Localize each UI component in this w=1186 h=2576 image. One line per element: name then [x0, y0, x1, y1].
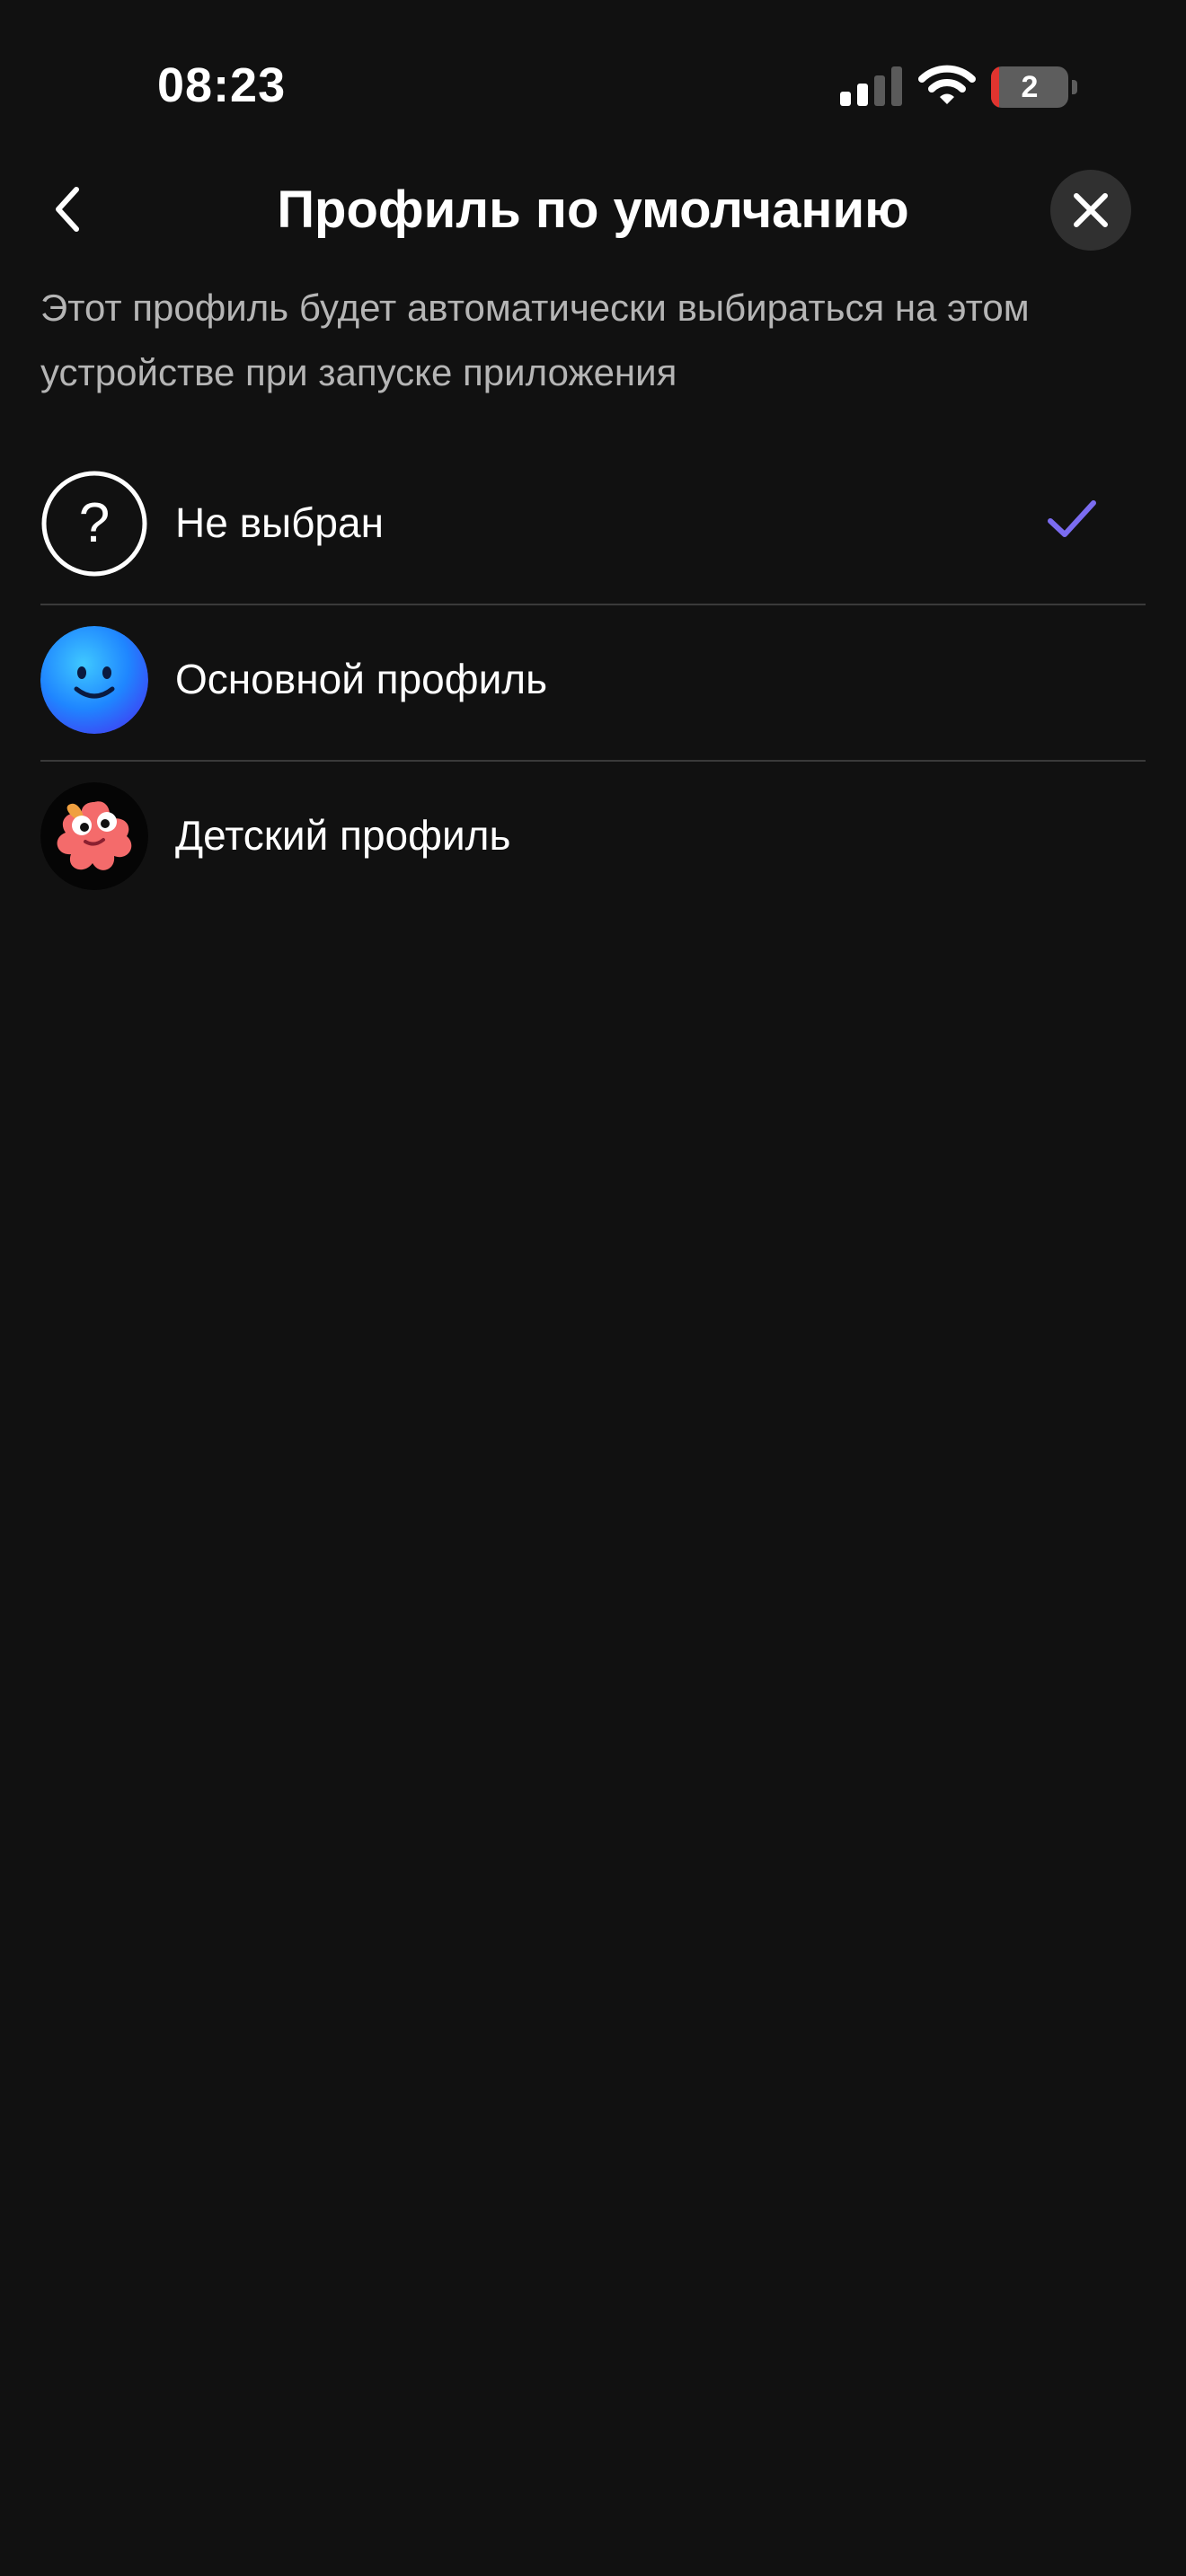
page-title: Профиль по умолчанию — [277, 181, 909, 239]
profile-list: ? Не выбран Основной профиль Детский про… — [40, 449, 1146, 918]
chevron-left-icon — [56, 187, 79, 232]
kids-character-avatar — [40, 782, 148, 890]
description-text: Этот профиль будет автоматически выбират… — [40, 287, 1030, 393]
profile-option-main[interactable]: Основной профиль — [40, 605, 1146, 762]
profile-label: Основной профиль — [175, 656, 548, 702]
status-bar: 08:23 2 — [0, 0, 1186, 171]
profile-label: Детский профиль — [175, 812, 511, 859]
wifi-icon — [918, 65, 976, 104]
profile-option-kids[interactable]: Детский профиль — [40, 762, 1146, 918]
battery-level: 2 — [1021, 70, 1039, 104]
signal-icon — [840, 66, 902, 106]
battery-icon: 2 — [991, 66, 1077, 108]
close-button[interactable] — [1050, 170, 1131, 251]
checkmark-icon — [1048, 500, 1096, 537]
back-button[interactable] — [36, 173, 99, 245]
svg-text:?: ? — [79, 492, 110, 554]
close-icon — [1074, 193, 1108, 227]
smiley-avatar — [40, 626, 148, 734]
status-time: 08:23 — [157, 58, 287, 112]
profile-option-none[interactable]: ? Не выбран — [40, 449, 1146, 605]
question-mark-icon: ? — [40, 470, 148, 578]
profile-label: Не выбран — [175, 499, 384, 546]
